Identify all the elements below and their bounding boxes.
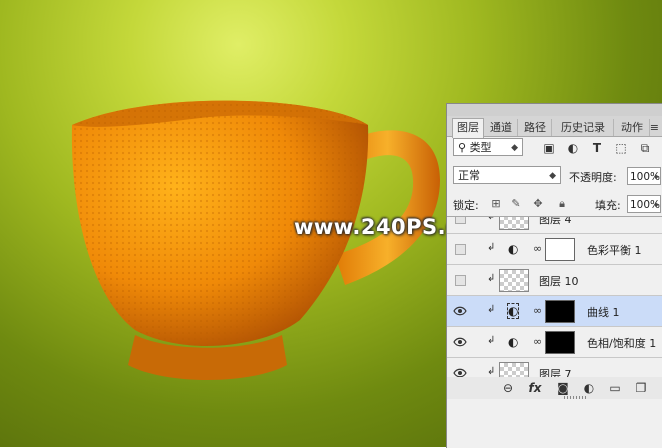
layers-panel: 图层 通道 路径 历史记录 动作 ≡ ⚲ 类型 ◆ ▣ ◐ T ⬚ ⧉ 正常 ◆…: [446, 103, 662, 448]
layer-name[interactable]: 色相/饱和度 1: [587, 335, 656, 351]
clipping-icon: ↲: [487, 273, 496, 284]
tab-history[interactable]: 历史记录: [553, 119, 614, 136]
chevron-updown-icon: ◆: [511, 143, 518, 153]
lock-position-icon[interactable]: ✥: [531, 197, 545, 211]
fill-label: 填充:: [595, 199, 621, 212]
layer-row[interactable]: ↲ ◐ ∞ 色彩平衡 1: [447, 234, 662, 265]
clipping-icon: ↲: [487, 216, 496, 222]
layers-list[interactable]: ↲ 图层 4 ↲ ◐ ∞ 色彩平衡 1 ↲ 图层 10 ↲ ◐ ∞ 曲线 1 ↲…: [447, 216, 662, 378]
layer-mask-thumbnail[interactable]: [545, 331, 575, 354]
shape-filter-icon[interactable]: ⬚: [613, 140, 629, 156]
layer-thumbnail: [499, 362, 529, 377]
blend-mode-value: 正常: [458, 169, 480, 182]
visibility-toggle[interactable]: [455, 244, 466, 255]
layer-mask-thumbnail[interactable]: [545, 238, 575, 261]
image-filter-icon[interactable]: ▣: [541, 140, 557, 156]
layer-thumbnail: [499, 269, 529, 292]
clipping-icon: ↲: [487, 366, 496, 377]
menu-icon[interactable]: ≡: [650, 121, 659, 134]
layer-name[interactable]: 图层 10: [539, 273, 579, 289]
adjustment-filter-icon[interactable]: ◐: [565, 140, 581, 156]
chevron-updown-icon: ◆: [549, 171, 556, 181]
tab-paths[interactable]: 路径: [519, 119, 552, 136]
lock-label: 锁定:: [453, 199, 479, 212]
adjustment-layer-icon: ◐: [508, 242, 519, 256]
panel-drag-bar[interactable]: [447, 104, 662, 116]
layer-name[interactable]: 色彩平衡 1: [587, 242, 642, 258]
new-layer-icon[interactable]: ❐: [633, 380, 649, 396]
resize-grip[interactable]: [564, 396, 588, 399]
tab-actions[interactable]: 动作: [615, 119, 650, 136]
fill-dropdown-icon[interactable]: ▸: [655, 200, 660, 210]
tab-channels[interactable]: 通道: [485, 119, 518, 136]
tab-layers[interactable]: 图层: [452, 118, 484, 138]
clipping-icon: ↲: [487, 304, 496, 315]
mask-link-icon[interactable]: ∞: [533, 335, 542, 348]
add-mask-icon[interactable]: ◙: [555, 380, 571, 396]
filter-type-label: 类型: [469, 141, 492, 154]
visibility-toggle[interactable]: [455, 275, 466, 286]
text-filter-icon[interactable]: T: [589, 140, 605, 156]
filter-type-select[interactable]: ⚲ 类型 ◆: [453, 138, 523, 156]
eye-icon[interactable]: [453, 336, 467, 348]
layer-name[interactable]: 曲线 1: [587, 304, 620, 320]
mask-link-icon[interactable]: ∞: [533, 304, 542, 317]
curves-adjustment-icon: ◐: [506, 303, 520, 319]
eye-icon[interactable]: [453, 305, 467, 317]
link-layers-icon[interactable]: ⊖: [500, 380, 516, 396]
blend-mode-select[interactable]: 正常 ◆: [453, 166, 561, 184]
layer-row-selected[interactable]: ↲ ◐ ∞ 曲线 1: [447, 296, 662, 327]
adjustment-layer-icon: ◐: [508, 335, 519, 349]
fx-icon[interactable]: fx: [527, 380, 543, 396]
smart-object-filter-icon[interactable]: ⧉: [637, 140, 653, 156]
layer-row[interactable]: ↲ 图层 7: [447, 358, 662, 377]
clipping-icon: ↲: [487, 242, 496, 253]
new-adjustment-icon[interactable]: ◐: [581, 380, 597, 396]
clipping-icon: ↲: [487, 335, 496, 346]
panel-bottom-bar: ⊖ fx ◙ ◐ ▭ ❐: [447, 377, 662, 399]
search-icon: ⚲: [458, 141, 470, 154]
opacity-label: 不透明度:: [569, 171, 617, 184]
opacity-dropdown-icon[interactable]: ▸: [655, 172, 660, 182]
mask-link-icon[interactable]: ∞: [533, 242, 542, 255]
layer-thumbnail: [499, 217, 529, 230]
lock-all-icon[interactable]: 🔒︎: [555, 197, 569, 211]
visibility-toggle[interactable]: [455, 217, 466, 224]
lock-image-icon[interactable]: ✎: [509, 197, 523, 211]
layer-name[interactable]: 图层 4: [539, 217, 572, 227]
layer-row[interactable]: ↲ ◐ ∞ 色相/饱和度 1: [447, 327, 662, 358]
new-group-icon[interactable]: ▭: [607, 380, 623, 396]
layer-mask-thumbnail[interactable]: [545, 300, 575, 323]
layer-row[interactable]: ↲ 图层 10: [447, 265, 662, 296]
panel-tab-bar: 图层 通道 路径 历史记录 动作 ≡: [447, 116, 662, 138]
lock-transparent-icon[interactable]: ⊞: [489, 197, 503, 211]
layer-row[interactable]: ↲ 图层 4: [447, 216, 662, 234]
